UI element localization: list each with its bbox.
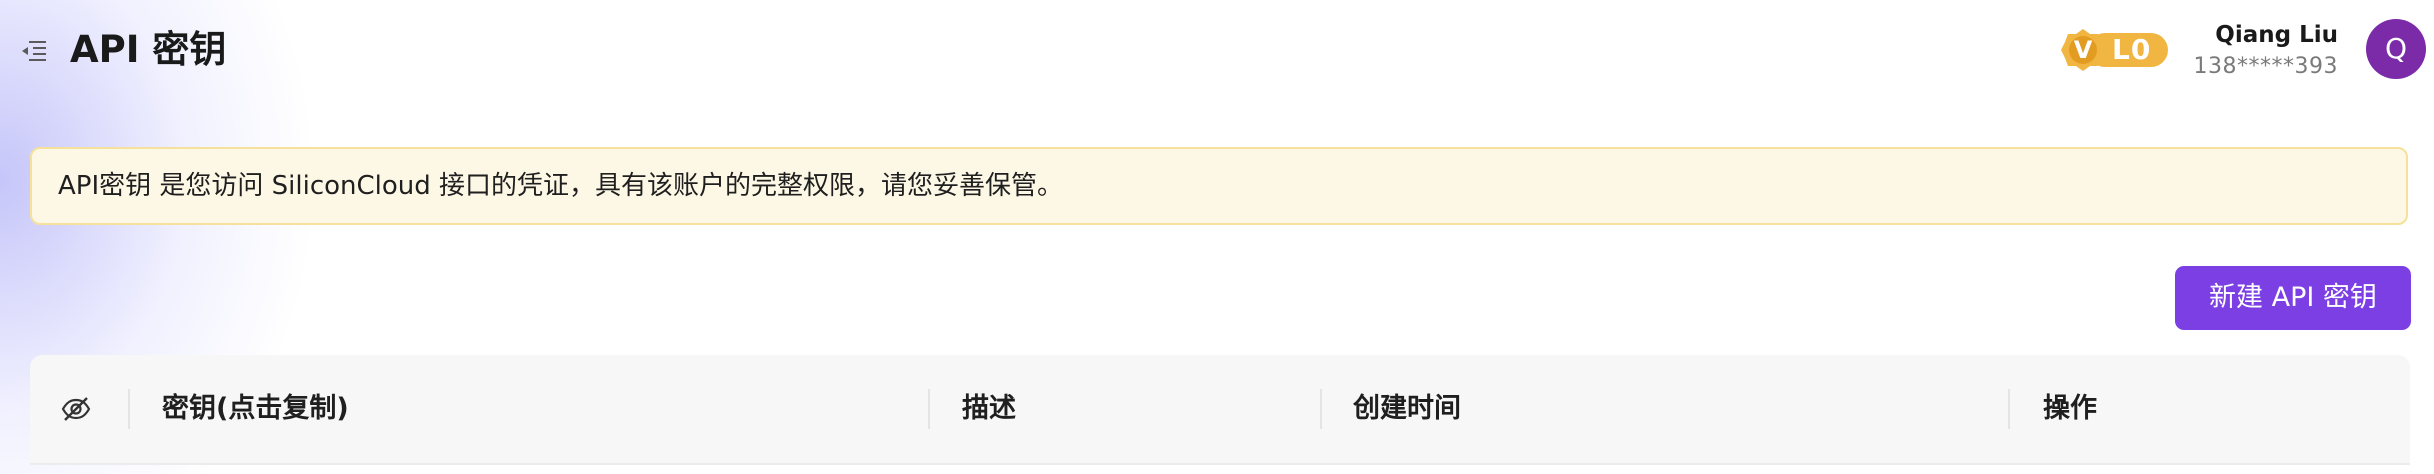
page-title: API 密钥 bbox=[70, 28, 227, 71]
avatar[interactable]: Q bbox=[2366, 19, 2426, 79]
column-divider bbox=[1320, 389, 1322, 429]
level-badge[interactable]: L0 V bbox=[2060, 28, 2170, 72]
column-divider bbox=[928, 389, 930, 429]
column-header-key: 密钥(点击复制) bbox=[162, 393, 349, 424]
user-name: Qiang Liu bbox=[2215, 22, 2338, 48]
api-key-notice: API密钥 是您访问 SiliconCloud 接口的凭证，具有该账户的完整权限… bbox=[30, 147, 2408, 225]
level-icon-letter: V bbox=[2073, 36, 2093, 64]
column-header-created-time: 创建时间 bbox=[1353, 393, 1461, 424]
level-label: L0 bbox=[2112, 33, 2152, 66]
create-api-key-button[interactable]: 新建 API 密钥 bbox=[2175, 266, 2411, 330]
column-header-actions: 操作 bbox=[2043, 393, 2097, 424]
eye-off-icon[interactable] bbox=[60, 393, 92, 425]
api-keys-page: API 密钥 L0 V Qiang Liu 138*****393 Q API密… bbox=[0, 0, 2434, 474]
menu-fold-icon[interactable] bbox=[20, 38, 48, 64]
column-header-description: 描述 bbox=[962, 393, 1016, 424]
table-header: 密钥(点击复制) 描述 创建时间 操作 bbox=[30, 355, 2410, 465]
user-phone: 138*****393 bbox=[2193, 54, 2338, 79]
column-divider bbox=[128, 389, 130, 429]
column-divider bbox=[2008, 389, 2010, 429]
user-info[interactable]: Qiang Liu 138*****393 bbox=[2194, 20, 2338, 84]
